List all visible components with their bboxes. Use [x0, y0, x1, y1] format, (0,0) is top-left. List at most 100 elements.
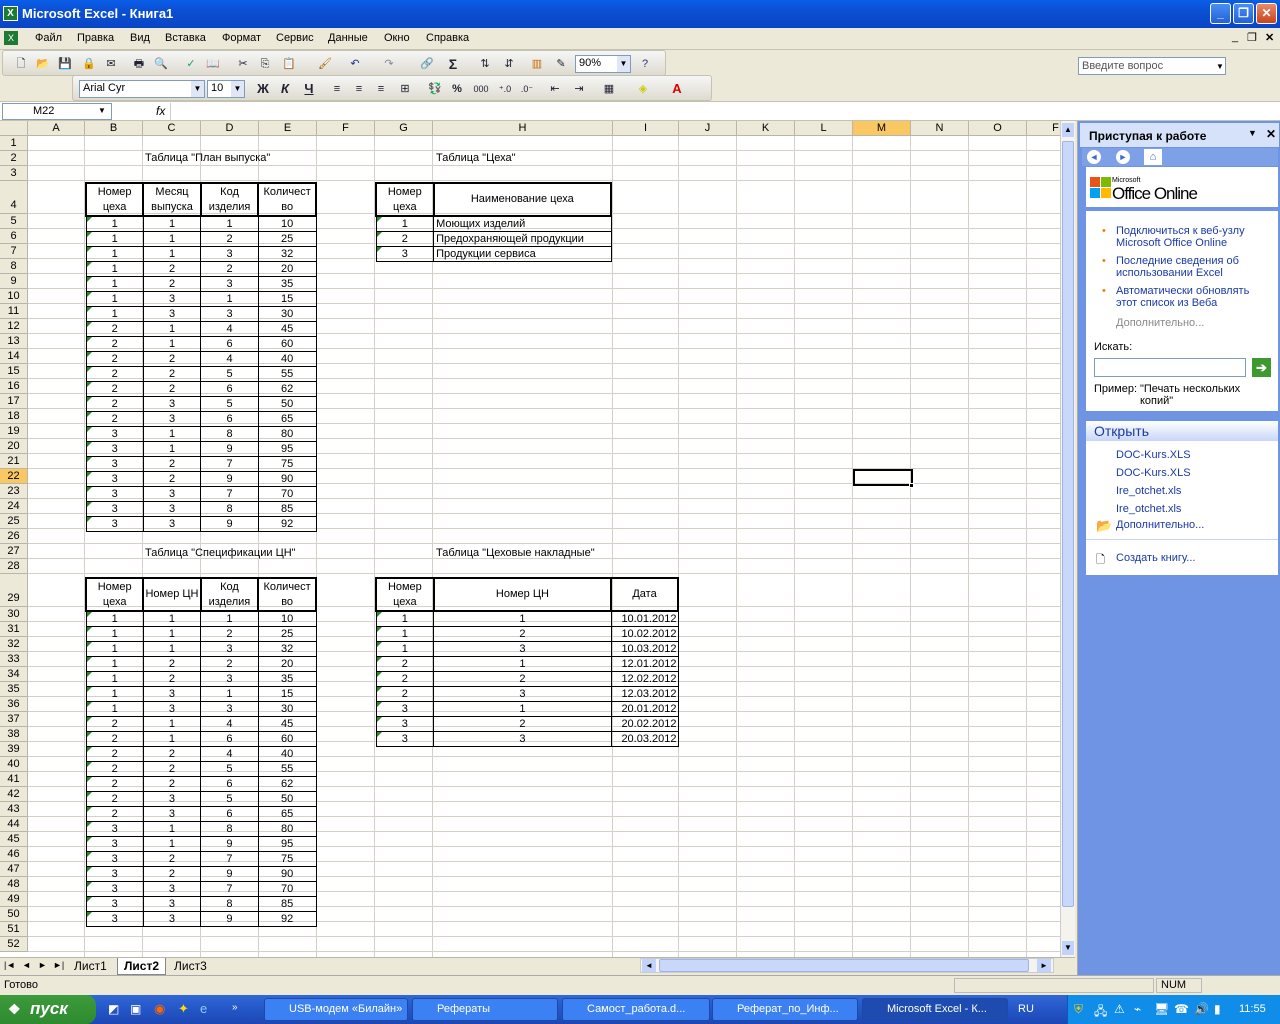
row-header[interactable]: 31 [0, 622, 28, 637]
copy-icon[interactable]: ⎘ [257, 56, 273, 72]
table-cell[interactable]: 2 [85, 716, 144, 732]
table-cell[interactable]: 1 [142, 836, 202, 852]
table-cell[interactable]: 2 [200, 656, 259, 672]
task-pane-close-icon[interactable]: ✕ [1266, 127, 1276, 141]
row-header[interactable]: 4 [0, 181, 28, 214]
table-cell[interactable]: 1 [85, 641, 144, 657]
search-go-icon[interactable]: ➔ [1252, 358, 1271, 377]
table-cell[interactable]: 92 [257, 516, 317, 532]
table-cell[interactable]: 30 [257, 306, 317, 322]
table-cell[interactable]: 1 [142, 641, 202, 657]
row-header[interactable]: 29 [0, 574, 28, 607]
table-cell[interactable]: 9 [200, 441, 259, 457]
column-header-b[interactable]: B [85, 121, 143, 136]
table-cell[interactable]: 3 [85, 426, 144, 442]
row-header[interactable]: 15 [0, 364, 28, 379]
row-header[interactable]: 52 [0, 937, 28, 952]
table-cell[interactable]: 3 [142, 911, 202, 927]
table-cell[interactable]: 10.02.2012 [610, 626, 679, 642]
row-header[interactable]: 24 [0, 499, 28, 514]
table-cell[interactable]: 80 [257, 426, 317, 442]
table-cell[interactable]: 2 [142, 746, 202, 762]
table-cell[interactable]: 1 [85, 246, 144, 262]
row-header[interactable]: 39 [0, 742, 28, 757]
table-cell[interactable]: 3 [85, 851, 144, 867]
table-cell[interactable]: 3 [142, 306, 202, 322]
table-cell[interactable]: 4 [200, 351, 259, 367]
merge-center-icon[interactable]: ⊞ [397, 81, 413, 97]
table-cell[interactable]: 2 [85, 321, 144, 337]
table-cell[interactable]: 3 [85, 486, 144, 502]
print-preview-icon[interactable]: 🔍 [153, 56, 169, 72]
row-header[interactable]: 38 [0, 727, 28, 742]
table-cell[interactable]: 2 [142, 381, 202, 397]
recent-file-3[interactable]: Ire_otchet.xls [1116, 485, 1181, 497]
table-cell[interactable]: 30 [257, 701, 317, 717]
spelling-icon[interactable]: ✓ [183, 56, 199, 72]
volume-icon[interactable]: 🔊 [1194, 1002, 1209, 1016]
quick-launch-expand-icon[interactable]: » [232, 1002, 238, 1013]
row-header[interactable]: 30 [0, 607, 28, 622]
table-cell[interactable]: 3 [375, 731, 435, 747]
bold-button[interactable]: Ж [255, 81, 271, 97]
column-header-f[interactable]: F [1027, 121, 1060, 136]
table-cell[interactable]: 85 [257, 501, 317, 517]
table-cell[interactable]: 95 [257, 836, 317, 852]
permission-icon[interactable]: 🔒 [81, 56, 97, 72]
table-cell[interactable]: 5 [200, 791, 259, 807]
table-cell[interactable]: 3 [142, 486, 202, 502]
row-header[interactable]: 5 [0, 214, 28, 229]
shield-icon[interactable]: ⛨ [1074, 1002, 1083, 1017]
row-header[interactable]: 19 [0, 424, 28, 439]
menu-window[interactable]: Окно [384, 32, 410, 44]
row-header[interactable]: 34 [0, 667, 28, 682]
next-sheet-icon[interactable]: ► [38, 960, 47, 970]
table-cell[interactable]: Предохраняющей продукции [433, 231, 612, 247]
table-cell[interactable]: 2 [375, 686, 435, 702]
vertical-scrollbar[interactable]: ▲ ▼ [1060, 121, 1075, 957]
table-cell[interactable]: 60 [257, 731, 317, 747]
table-cell[interactable]: 2 [142, 866, 202, 882]
row-header[interactable]: 23 [0, 484, 28, 499]
link-connect-office-online[interactable]: Подключиться к веб-узлу Microsoft Office… [1116, 225, 1266, 249]
table-cell[interactable]: 2 [200, 231, 259, 247]
console-icon[interactable]: ▣ [130, 1002, 141, 1016]
table-cell[interactable]: 8 [200, 501, 259, 517]
usb-icon[interactable]: ⌁ [1134, 1002, 1141, 1016]
recent-file-2[interactable]: DOC-Kurs.XLS [1116, 467, 1191, 479]
table-cell[interactable]: 3 [200, 246, 259, 262]
column-header-o[interactable]: O [969, 121, 1027, 136]
table-cell[interactable]: 45 [257, 716, 317, 732]
last-sheet-icon[interactable]: ►| [53, 960, 64, 970]
format-painter-icon[interactable]: 🖌 [317, 56, 333, 72]
row-header[interactable]: 44 [0, 817, 28, 832]
save-icon[interactable]: 💾 [57, 56, 73, 72]
table-cell[interactable]: 1 [375, 641, 435, 657]
table-cell[interactable]: 2 [85, 806, 144, 822]
table-cell[interactable]: 8 [200, 426, 259, 442]
row-header[interactable]: 37 [0, 712, 28, 727]
row-header[interactable]: 48 [0, 877, 28, 892]
table-cell[interactable]: 3 [200, 641, 259, 657]
home-icon[interactable]: ⌂ [1144, 149, 1162, 165]
table-cell[interactable]: 1 [142, 716, 202, 732]
help-search-input[interactable]: Введите вопрос [1078, 57, 1226, 75]
scroll-thumb[interactable] [1062, 141, 1074, 907]
column-header-a[interactable]: A [28, 121, 85, 136]
table-cell[interactable]: 1 [375, 610, 435, 627]
table-cell[interactable]: 2 [85, 351, 144, 367]
row-header[interactable]: 28 [0, 559, 28, 574]
table-cell[interactable]: 1 [142, 215, 202, 232]
table-cell[interactable]: 1 [85, 291, 144, 307]
table-cell[interactable]: 1 [85, 231, 144, 247]
table-cell[interactable]: 1 [200, 291, 259, 307]
namebox-dropdown-icon[interactable]: ▼ [98, 106, 106, 115]
increase-decimal-icon[interactable]: ⁺.0 [497, 81, 513, 97]
table-cell[interactable]: 8 [200, 896, 259, 912]
column-header-i[interactable]: I [613, 121, 679, 136]
table-cell[interactable]: 12.02.2012 [610, 671, 679, 687]
table-cell[interactable]: 4 [200, 716, 259, 732]
link-latest-news[interactable]: Последние сведения об использовании Exce… [1116, 255, 1266, 279]
table-cell[interactable]: 9 [200, 471, 259, 487]
table-cell[interactable]: 2 [375, 231, 435, 247]
